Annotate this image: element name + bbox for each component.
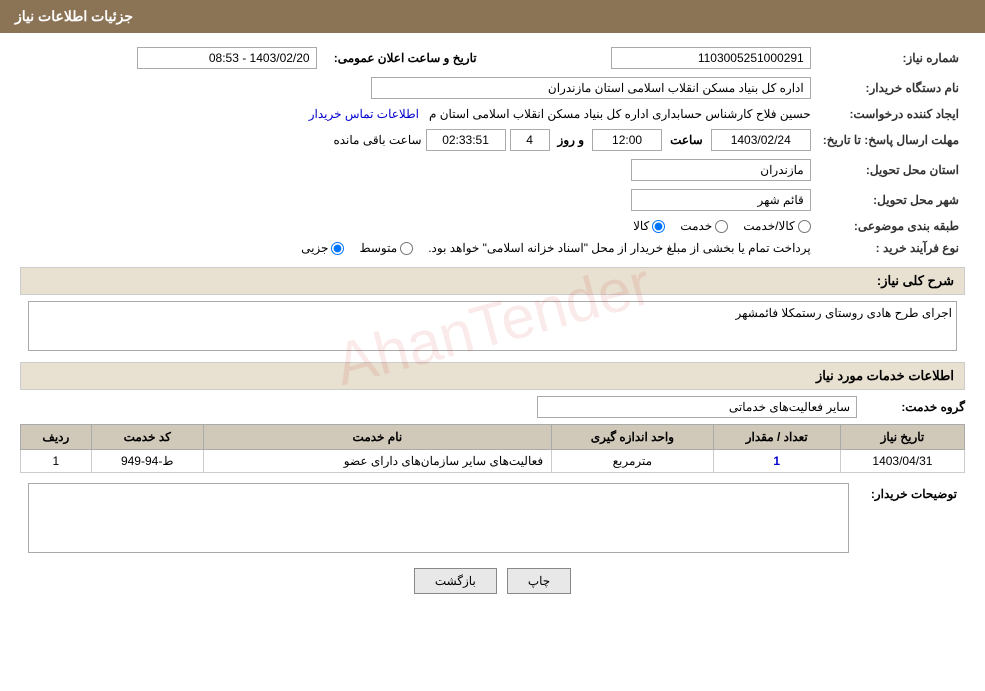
deadline-date: 1403/02/24 [711,129,811,151]
need-number-label: شماره نیاز: [817,43,965,73]
table-row: استان محل تحویل: مازندران [20,155,965,185]
days-and-label: و روز [558,133,585,147]
service-group-display: سایر فعالیت‌های خدماتی [537,396,857,418]
need-desc-textarea[interactable]: اجرای طرح هادی روستای رستمکلا فائمشهر [28,301,957,351]
need-number-value: 1103005251000291 [483,43,817,73]
page-title: جزئیات اطلاعات نیاز [15,8,133,24]
purchase-type-value: پرداخت تمام یا بخشی از مبلغ خریدار از مح… [20,237,817,259]
table-row: طبقه بندی موضوعی: کالا/خدمت خدمت [20,215,965,237]
purchase-type-label: نوع فرآیند خرید : [817,237,965,259]
table-row: نوع فرآیند خرید : پرداخت تمام یا بخشی از… [20,237,965,259]
table-row: شهر محل تحویل: قائم شهر [20,185,965,215]
cell-service-name: فعالیت‌های سایر سازمان‌های دارای عضو [203,450,551,473]
category-value: کالا/خدمت خدمت کالا [20,215,817,237]
city-display: قائم شهر [631,189,811,211]
page-wrapper: جزئیات اطلاعات نیاز AhanTender شماره نیا… [0,0,985,691]
service-info-label: اطلاعات خدمات مورد نیاز [816,368,954,383]
category-radio-khedmat[interactable]: خدمت [680,219,728,233]
col-row-num: ردیف [21,425,92,450]
category-radio-kala-khedmat[interactable]: کالا/خدمت [743,219,810,233]
table-row: شماره نیاز: 1103005251000291 تاریخ و ساع… [20,43,965,73]
radio-khedmat-label: خدمت [680,219,712,233]
col-service-name: نام خدمت [203,425,551,450]
purchase-type-radio-medium[interactable]: متوسط [359,241,413,255]
radio-kala-label: کالا [633,219,649,233]
purchase-type-radio-partial[interactable]: جزیی [301,241,344,255]
cell-service-code: ط-94-949 [91,450,203,473]
buyer-org-value: اداره کل بنیاد مسکن انقلاب اسلامی استان … [20,73,817,103]
service-group-row: گروه خدمت: سایر فعالیت‌های خدماتی [20,396,965,418]
deadline-days: 4 [510,129,550,151]
requester-value: حسین فلاح کارشناس حسابداری اداره کل بنیا… [20,103,817,125]
category-label: طبقه بندی موضوعی: [817,215,965,237]
need-number-display: 1103005251000291 [611,47,811,69]
deadline-remained: 02:33:51 [426,129,506,151]
need-desc-header: شرح کلی نیاز: [20,267,965,295]
purchase-type-note: پرداخت تمام یا بخشی از مبلغ خریدار از مح… [428,241,811,255]
city-value: قائم شهر [20,185,817,215]
buyer-notes-row: توضیحات خریدار: [20,483,965,553]
announce-date-label: تاریخ و ساعت اعلان عمومی: [323,43,483,73]
button-row: چاپ بازگشت [20,568,965,594]
page-header: جزئیات اطلاعات نیاز [0,0,985,33]
announce-date-display: 1403/02/20 - 08:53 [137,47,317,69]
back-button[interactable]: بازگشت [414,568,497,594]
info-table: شماره نیاز: 1103005251000291 تاریخ و ساع… [20,43,965,259]
buyer-notes-textarea[interactable] [28,483,849,553]
announce-date-value: 1403/02/20 - 08:53 [20,43,323,73]
radio-kala-khedmat-label: کالا/خدمت [743,219,794,233]
service-group-label: گروه خدمت: [865,400,965,414]
service-table-header-row: تاریخ نیاز تعداد / مقدار واحد اندازه گیر… [21,425,965,450]
print-button[interactable]: چاپ [507,568,571,594]
service-info-header: اطلاعات خدمات مورد نیاز [20,362,965,390]
service-table: تاریخ نیاز تعداد / مقدار واحد اندازه گیر… [20,424,965,473]
table-row: 1403/04/31 1 مترمربع فعالیت‌های سایر ساز… [21,450,965,473]
category-radio-group: کالا/خدمت خدمت کالا [26,219,811,233]
requester-link[interactable]: اطلاعات تماس خریدار [309,107,419,121]
requester-name: حسین فلاح کارشناس حسابداری اداره کل بنیا… [429,107,811,121]
col-quantity: تعداد / مقدار [713,425,840,450]
radio-kala[interactable] [652,220,665,233]
radio-medium[interactable] [400,242,413,255]
requester-label: ایجاد کننده درخواست: [817,103,965,125]
table-row: نام دستگاه خریدار: اداره کل بنیاد مسکن ا… [20,73,965,103]
need-desc-header-label: شرح کلی نیاز: [877,273,954,288]
city-label: شهر محل تحویل: [817,185,965,215]
deadline-row: 1403/02/24 ساعت 12:00 و روز 4 02:33:51 س… [26,129,811,151]
time-label: ساعت [670,133,703,147]
province-display: مازندران [631,159,811,181]
deadline-value: 1403/02/24 ساعت 12:00 و روز 4 02:33:51 س… [20,125,817,155]
province-label: استان محل تحویل: [817,155,965,185]
deadline-time: 12:00 [592,129,662,151]
buyer-org-display: اداره کل بنیاد مسکن انقلاب اسلامی استان … [371,77,811,99]
province-value: مازندران [20,155,817,185]
cell-row-num: 1 [21,450,92,473]
category-radio-kala[interactable]: کالا [633,219,665,233]
radio-kala-khedmat[interactable] [798,220,811,233]
radio-medium-label: متوسط [359,241,397,255]
deadline-label: مهلت ارسال پاسخ: تا تاریخ: [817,125,965,155]
content-area: AhanTender شماره نیاز: 1103005251000291 … [0,33,985,614]
table-row: مهلت ارسال پاسخ: تا تاریخ: 1403/02/24 سا… [20,125,965,155]
purchase-type-radio-group: پرداخت تمام یا بخشی از مبلغ خریدار از مح… [26,241,811,255]
col-service-code: کد خدمت [91,425,203,450]
buyer-notes-label: توضیحات خریدار: [857,483,957,501]
remained-label: ساعت باقی مانده [333,133,421,147]
need-desc-container: اجرای طرح هادی روستای رستمکلا فائمشهر [20,301,965,354]
cell-date: 1403/04/31 [840,450,964,473]
col-unit: واحد اندازه گیری [552,425,713,450]
col-date: تاریخ نیاز [840,425,964,450]
radio-partial[interactable] [331,242,344,255]
radio-khedmat[interactable] [715,220,728,233]
radio-partial-label: جزیی [301,241,328,255]
buyer-org-label: نام دستگاه خریدار: [817,73,965,103]
table-row: ایجاد کننده درخواست: حسین فلاح کارشناس ح… [20,103,965,125]
cell-unit: مترمربع [552,450,713,473]
cell-quantity: 1 [713,450,840,473]
